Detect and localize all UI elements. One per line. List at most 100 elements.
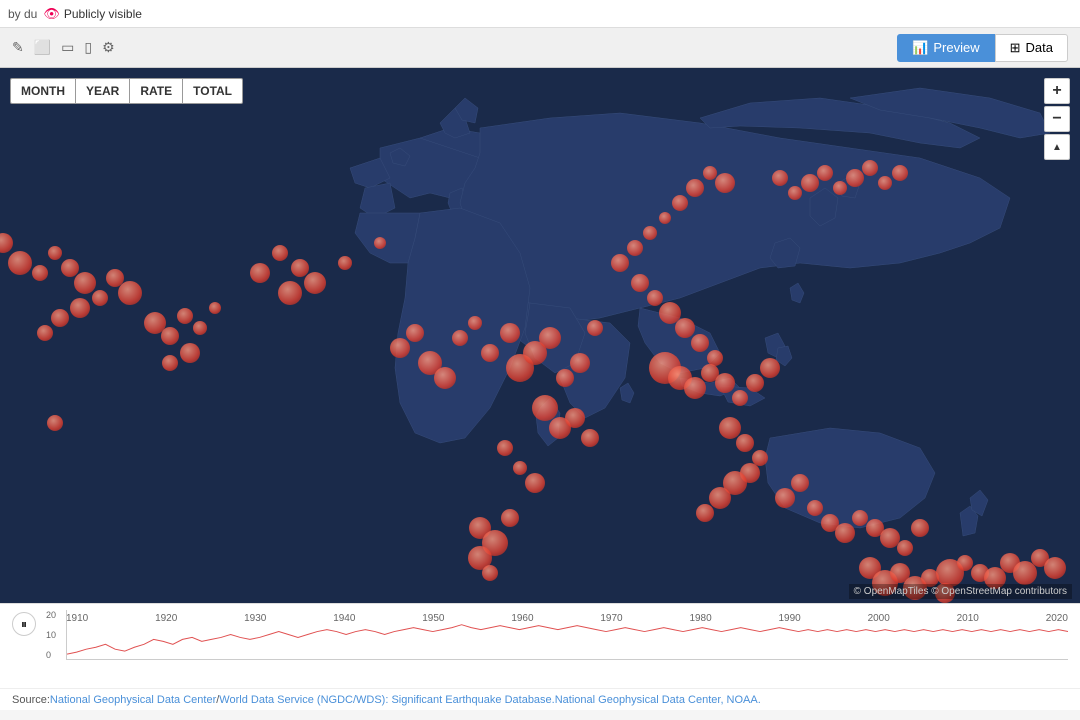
filter-year[interactable]: YEAR bbox=[75, 78, 129, 104]
earthquake-dot bbox=[250, 263, 270, 283]
earthquake-dot bbox=[162, 355, 178, 371]
earthquake-dot bbox=[760, 358, 780, 378]
earthquake-dot bbox=[481, 344, 499, 362]
earthquake-dot bbox=[51, 309, 69, 327]
earthquake-dot bbox=[587, 320, 603, 336]
earthquake-dot bbox=[746, 374, 764, 392]
earthquake-dot bbox=[565, 408, 585, 428]
top-bar: by du 👁 Publicly visible bbox=[0, 0, 1080, 28]
filter-month[interactable]: MONTH bbox=[10, 78, 75, 104]
earthquake-dot bbox=[8, 251, 32, 275]
earthquake-dot bbox=[1044, 557, 1066, 579]
toolbar: ✎ ⬜ ▭ ▯ ⚙ 📊 Preview ⊞ Data bbox=[0, 28, 1080, 68]
earthquake-dot bbox=[715, 173, 735, 193]
timeline-area: ⏸ 20 10 0 1910 1920 1930 1940 1950 1960 bbox=[0, 603, 1080, 688]
earthquake-dot bbox=[807, 500, 823, 516]
earthquake-dot bbox=[278, 281, 302, 305]
pencil-icon[interactable]: ✎ bbox=[12, 39, 24, 56]
earthquake-dot bbox=[684, 377, 706, 399]
earthquake-dot bbox=[791, 474, 809, 492]
earthquake-dot bbox=[801, 174, 819, 192]
author-label: by du bbox=[8, 7, 37, 21]
earthquake-dot bbox=[659, 212, 671, 224]
play-pause-button[interactable]: ⏸ bbox=[12, 612, 36, 636]
y-axis-labels: 20 10 0 bbox=[46, 610, 56, 660]
earthquake-dot bbox=[304, 272, 326, 294]
earthquake-dot bbox=[696, 504, 714, 522]
chart-icon: 📊 bbox=[912, 40, 928, 56]
earthquake-dot bbox=[338, 256, 352, 270]
earthquake-dot bbox=[852, 510, 868, 526]
source-bar: Source: National Geophysical Data Center… bbox=[0, 688, 1080, 710]
timeline-chart[interactable] bbox=[66, 610, 1068, 660]
earthquake-dot bbox=[513, 461, 527, 475]
filter-rate[interactable]: RATE bbox=[129, 78, 182, 104]
y-label-0: 0 bbox=[46, 650, 56, 660]
earthquake-dot bbox=[497, 440, 513, 456]
earthquake-dot bbox=[452, 330, 468, 346]
earthquake-dot bbox=[691, 334, 709, 352]
earthquake-dot bbox=[48, 246, 62, 260]
earthquake-dot bbox=[390, 338, 410, 358]
monitor-icon[interactable]: ⬜ bbox=[34, 39, 51, 56]
visibility-label: Publicly visible bbox=[64, 7, 142, 21]
earthquake-dot bbox=[736, 434, 754, 452]
earthquake-dot bbox=[468, 316, 482, 330]
earthquake-dot bbox=[556, 369, 574, 387]
earthquake-dot bbox=[775, 488, 795, 508]
earthquake-dot bbox=[482, 565, 498, 581]
earthquake-dot bbox=[817, 165, 833, 181]
earthquake-dot bbox=[581, 429, 599, 447]
earthquake-dot bbox=[525, 473, 545, 493]
timeline-top: ⏸ 20 10 0 1910 1920 1930 1940 1950 1960 bbox=[12, 610, 1068, 670]
data-label: Data bbox=[1026, 40, 1053, 55]
earthquake-dot bbox=[74, 272, 96, 294]
earthquake-dot bbox=[193, 321, 207, 335]
reset-button[interactable]: ▲ bbox=[1044, 134, 1070, 160]
table-icon: ⊞ bbox=[1010, 40, 1021, 56]
earthquake-dot bbox=[709, 487, 731, 509]
y-label-10: 10 bbox=[46, 630, 56, 640]
filter-total[interactable]: TOTAL bbox=[182, 78, 243, 104]
earthquake-dot bbox=[434, 367, 456, 389]
earthquake-dot bbox=[500, 323, 520, 343]
earthquake-dot bbox=[957, 555, 973, 571]
earthquake-dot bbox=[862, 160, 878, 176]
map-attribution: © OpenMapTiles © OpenStreetMap contribut… bbox=[849, 584, 1072, 599]
earthquake-dot bbox=[686, 179, 704, 197]
earthquake-dot bbox=[627, 240, 643, 256]
settings-icon[interactable]: ⚙ bbox=[102, 39, 115, 56]
earthquake-dot bbox=[37, 325, 53, 341]
source-link-3[interactable]: National Geophysical Data Center, NOAA. bbox=[555, 694, 761, 706]
earthquake-dot bbox=[532, 395, 558, 421]
earthquake-dot bbox=[611, 254, 629, 272]
eye-icon: 👁 bbox=[43, 6, 60, 22]
tablet-icon[interactable]: ▭ bbox=[61, 39, 74, 56]
filter-buttons: MONTH YEAR RATE TOTAL bbox=[10, 78, 243, 104]
map-container[interactable]: MONTH YEAR RATE TOTAL + − ▲ © OpenMapTil… bbox=[0, 68, 1080, 603]
zoom-out-button[interactable]: − bbox=[1044, 106, 1070, 132]
earthquake-dot bbox=[118, 281, 142, 305]
earthquake-dot bbox=[911, 519, 929, 537]
phone-icon[interactable]: ▯ bbox=[84, 39, 92, 56]
earthquake-dot bbox=[647, 290, 663, 306]
earthquake-dot bbox=[732, 390, 748, 406]
earthquake-dot bbox=[209, 302, 221, 314]
earthquake-dot bbox=[570, 353, 590, 373]
earthquake-dot bbox=[47, 415, 63, 431]
earthquake-dot bbox=[180, 343, 200, 363]
earthquake-dot bbox=[272, 245, 288, 261]
earthquake-dot bbox=[878, 176, 892, 190]
zoom-in-button[interactable]: + bbox=[1044, 78, 1070, 104]
data-button[interactable]: ⊞ Data bbox=[995, 34, 1068, 62]
earthquake-dot bbox=[892, 165, 908, 181]
earthquake-dot bbox=[672, 195, 688, 211]
preview-button[interactable]: 📊 Preview bbox=[897, 34, 994, 62]
earthquake-dot bbox=[539, 327, 561, 349]
earthquake-dot bbox=[501, 509, 519, 527]
source-link-1[interactable]: National Geophysical Data Center bbox=[50, 694, 216, 706]
earthquake-dot bbox=[374, 237, 386, 249]
source-link-2[interactable]: World Data Service (NGDC/WDS): Significa… bbox=[219, 694, 554, 706]
earthquake-dot bbox=[92, 290, 108, 306]
earthquake-dot bbox=[177, 308, 193, 324]
